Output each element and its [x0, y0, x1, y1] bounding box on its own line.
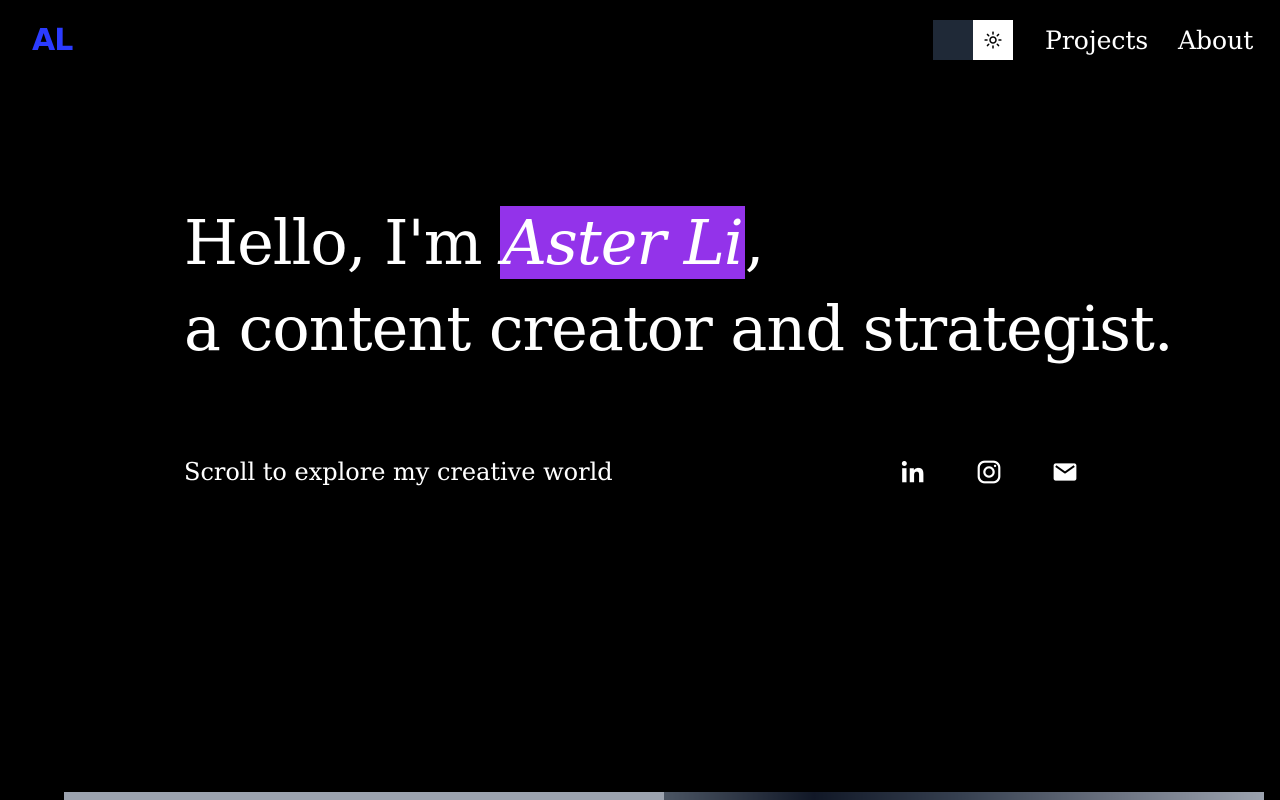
- scroll-prompt: Scroll to explore my creative world: [184, 458, 613, 486]
- theme-toggle[interactable]: [933, 20, 1013, 60]
- hero-greeting-line: Hello, I'm Aster Li,: [184, 200, 1184, 286]
- page: AL Projects About Hello, I'm Aster Li, a…: [0, 0, 1280, 800]
- hero-heading: Hello, I'm Aster Li, a content creator a…: [184, 200, 1184, 372]
- theme-toggle-knob[interactable]: [973, 20, 1013, 60]
- name-highlight: Aster Li: [500, 206, 745, 279]
- preview-image-left: [64, 792, 664, 800]
- email-link[interactable]: [1049, 456, 1081, 488]
- hero-tagline: a content creator and strategist.: [184, 292, 1174, 365]
- instagram-icon: [977, 460, 1001, 484]
- logo[interactable]: AL: [32, 20, 73, 60]
- linkedin-link[interactable]: [897, 456, 929, 488]
- nav-projects[interactable]: Projects: [1045, 20, 1148, 60]
- nav-about[interactable]: About: [1178, 20, 1253, 60]
- instagram-link[interactable]: [973, 456, 1005, 488]
- greeting-prefix: Hello, I'm: [184, 206, 501, 279]
- preview-image-right: [664, 792, 1264, 800]
- project-preview-strip: [64, 792, 1264, 800]
- email-icon: [1053, 463, 1077, 481]
- linkedin-icon: [901, 461, 924, 483]
- sun-icon: [984, 31, 1002, 49]
- greeting-suffix: ,: [744, 206, 765, 279]
- theme-toggle-track: [933, 20, 973, 60]
